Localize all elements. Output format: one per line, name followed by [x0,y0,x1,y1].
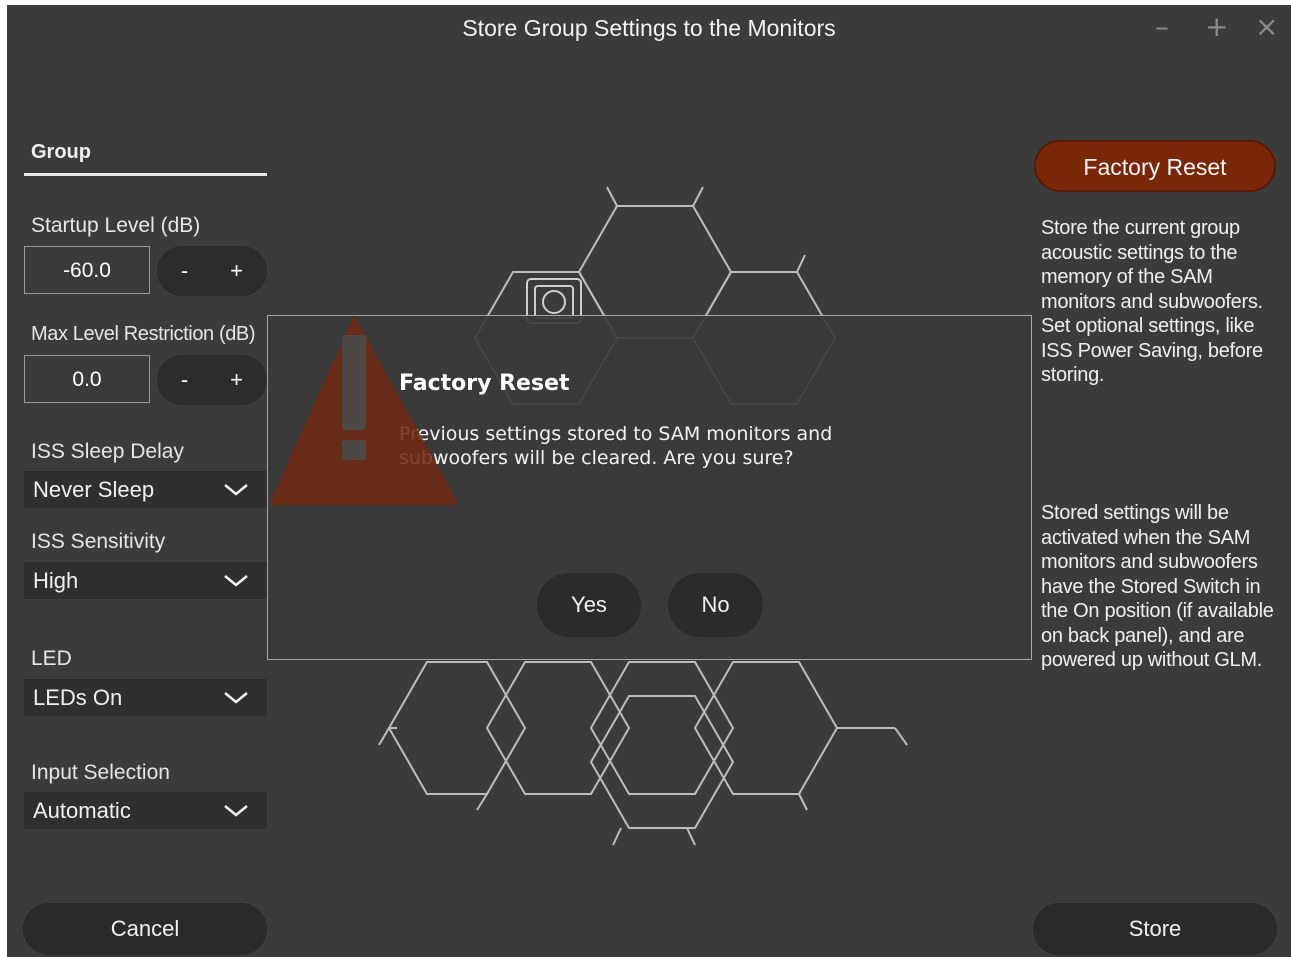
tab-group-label: Group [31,141,91,163]
chevron-down-icon [224,574,248,587]
max-level-increment-button[interactable]: + [209,355,264,405]
factory-reset-button[interactable]: Factory Reset [1034,140,1276,192]
cancel-button[interactable]: Cancel [23,903,267,955]
iss-sensitivity-label: ISS Sensitivity [31,530,166,553]
window-title: Store Group Settings to the Monitors [462,15,836,41]
iss-sleep-delay-label: ISS Sleep Delay [31,440,184,463]
input-selection-value: Automatic [33,798,131,823]
max-level-input[interactable]: 0.0 [24,355,150,403]
chevron-down-icon [224,483,248,496]
close-icon[interactable]: × [1255,11,1278,43]
warning-icon [269,315,459,505]
input-selection-label: Input Selection [31,761,170,784]
led-label: LED [31,647,72,670]
startup-level-input[interactable]: -60.0 [24,246,150,294]
input-selection-select[interactable]: Automatic [24,792,267,829]
startup-level-label: Startup Level (dB) [31,214,201,237]
yes-button[interactable]: Yes [537,573,641,637]
no-button[interactable]: No [668,573,763,637]
led-value: LEDs On [33,685,123,710]
app-window: Store Group Settings to the Monitors – +… [7,5,1291,957]
startup-level-stepper: - + [157,246,267,296]
chevron-down-icon [224,804,248,817]
startup-level-decrement-button[interactable]: - [157,246,212,296]
iss-sensitivity-value: High [33,568,79,593]
dialog-message: Previous settings stored to SAM monitors… [399,423,833,469]
led-select[interactable]: LEDs On [24,679,267,716]
max-level-stepper: - + [157,355,267,405]
chevron-down-icon [224,691,248,704]
iss-sensitivity-select[interactable]: High [24,562,267,599]
maximize-icon[interactable]: + [1205,11,1228,43]
max-level-decrement-button[interactable]: - [157,355,212,405]
iss-sleep-delay-value: Never Sleep [33,477,155,502]
store-description: Store the current group acoustic setting… [1041,217,1263,386]
store-button[interactable]: Store [1033,903,1277,955]
stored-settings-description: Stored settings will be activated when t… [1041,502,1274,671]
startup-level-increment-button[interactable]: + [209,246,264,296]
max-level-label: Max Level Restriction (dB) [31,323,256,345]
iss-sleep-delay-select[interactable]: Never Sleep [24,471,267,508]
tab-group[interactable]: Group [24,139,267,176]
title-bar: Store Group Settings to the Monitors – +… [7,5,1291,51]
minimize-icon[interactable]: – [1155,11,1169,43]
